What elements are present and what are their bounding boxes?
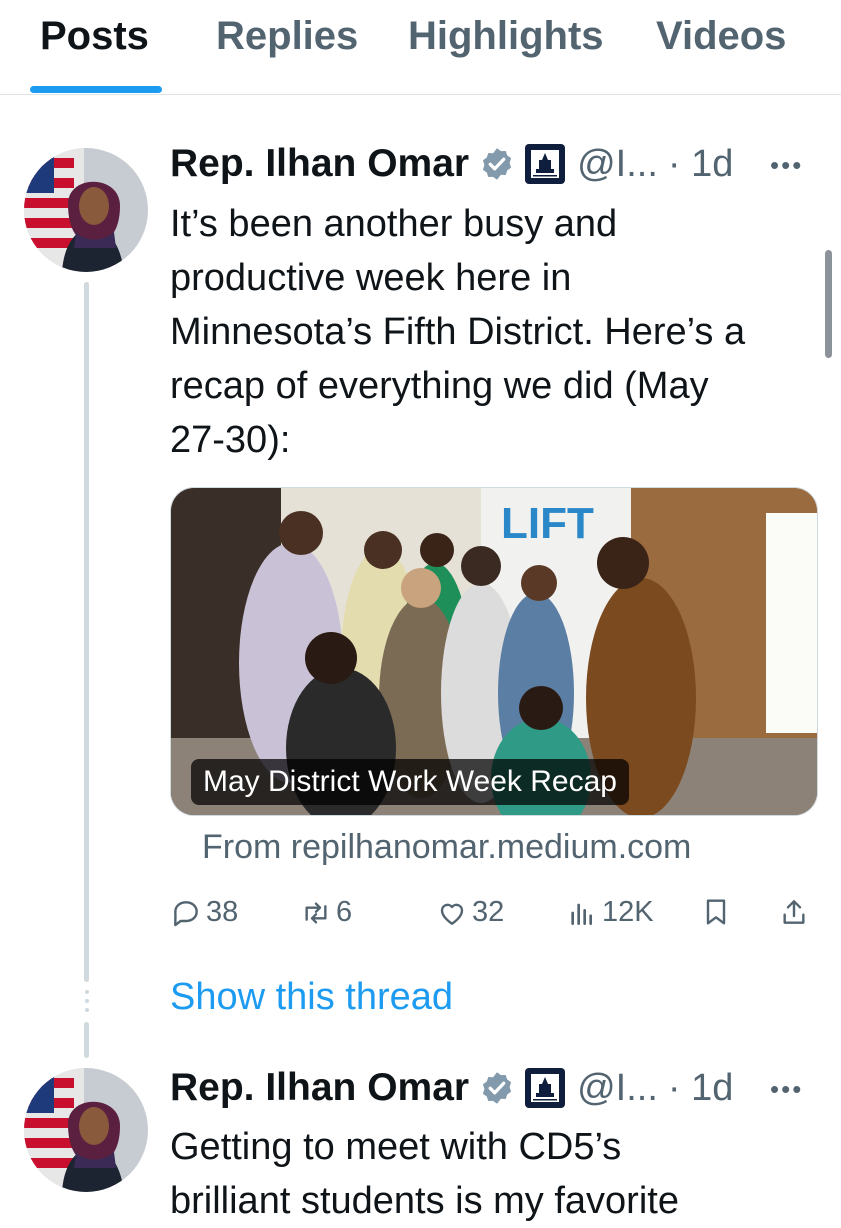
reply-button[interactable]: 38 <box>170 896 238 929</box>
verified-badge-icon <box>482 148 512 180</box>
views-button[interactable]: 12K <box>566 896 654 929</box>
view-count: 12K <box>602 896 654 928</box>
link-card-image[interactable]: LIFT May District Work Week Recap <box>170 487 818 816</box>
views-icon <box>571 903 592 925</box>
active-tab-indicator <box>30 86 162 93</box>
thread-dots <box>83 990 91 1017</box>
post-header: Rep. Ilhan Omar @I... · 1d <box>170 140 733 188</box>
tab-videos[interactable]: Videos <box>656 14 786 59</box>
like-count: 32 <box>472 896 505 928</box>
repost-button[interactable]: 6 <box>300 896 352 929</box>
post-text: It’s been another busy and productive we… <box>170 203 746 461</box>
reply-icon <box>174 900 198 926</box>
repost-count: 6 <box>336 896 353 928</box>
avatar[interactable] <box>24 148 148 272</box>
author-handle[interactable]: @I... <box>577 143 658 186</box>
profile-tabs: Posts Replies Highlights Videos <box>0 0 841 95</box>
bookmark-icon <box>706 899 726 925</box>
show-thread-link[interactable]: Show this thread <box>170 976 453 1019</box>
share-button[interactable] <box>778 896 814 928</box>
thread-connector-line <box>84 282 89 982</box>
author-handle-second[interactable]: @I... <box>577 1067 658 1110</box>
bookmark-button[interactable] <box>700 896 736 928</box>
tab-posts[interactable]: Posts <box>40 14 149 59</box>
tab-replies[interactable]: Replies <box>216 14 358 59</box>
tab-highlights[interactable]: Highlights <box>408 14 604 59</box>
avatar-second-post[interactable] <box>24 1068 148 1192</box>
like-button[interactable]: 32 <box>436 896 504 929</box>
repost-icon <box>305 901 327 924</box>
author-name-second[interactable]: Rep. Ilhan Omar <box>170 1066 469 1110</box>
reply-count: 38 <box>206 896 239 928</box>
post-actions: 38 6 32 12K <box>170 896 820 940</box>
thread-connector-line-lower <box>84 1022 89 1058</box>
capitol-badge-icon <box>525 1068 566 1108</box>
author-name[interactable]: Rep. Ilhan Omar <box>170 142 469 186</box>
card-source[interactable]: From repilhanomar.medium.com <box>202 828 691 867</box>
scrollbar[interactable] <box>825 250 832 358</box>
post-header-second: Rep. Ilhan Omar @I... · 1d <box>170 1064 733 1112</box>
card-caption: May District Work Week Recap <box>191 759 629 805</box>
verified-badge-icon <box>482 1072 512 1104</box>
post-time[interactable]: · 1d <box>668 143 733 186</box>
share-icon <box>783 900 805 924</box>
post-time-second[interactable]: · 1d <box>668 1067 733 1110</box>
more-icon[interactable]: ••• <box>770 150 803 181</box>
post-text-second: Getting to meet with CD5’s brilliant stu… <box>170 1126 679 1222</box>
like-icon <box>440 903 464 925</box>
capitol-badge-icon <box>525 144 566 184</box>
more-icon-second[interactable]: ••• <box>770 1074 803 1105</box>
svg-text:LIFT: LIFT <box>501 499 594 548</box>
